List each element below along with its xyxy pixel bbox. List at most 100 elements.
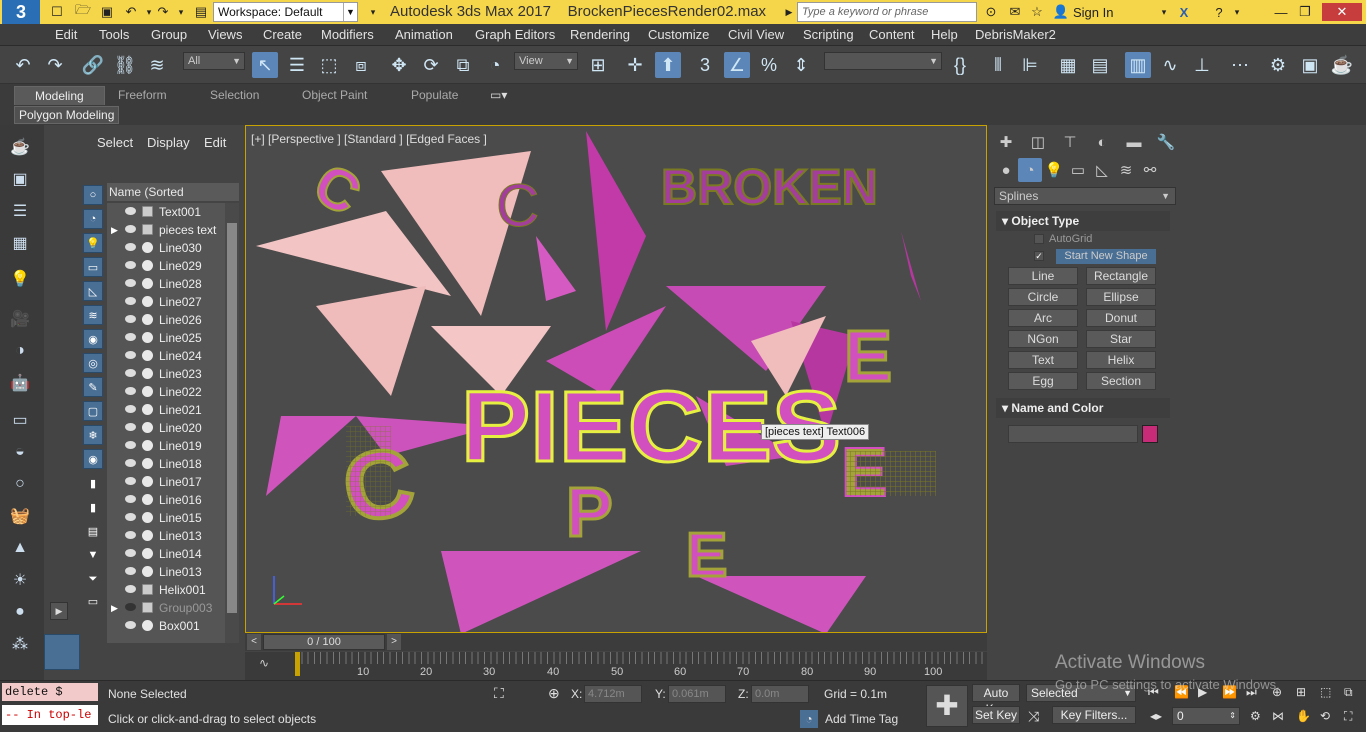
menu-views[interactable]: Views — [208, 27, 242, 42]
selection-lock-icon[interactable]: ⊕ — [548, 685, 560, 702]
angle-snap-icon[interactable]: ∠ — [724, 52, 750, 78]
filter-icon[interactable]: ▼ — [83, 545, 103, 565]
object-color-swatch[interactable] — [1142, 425, 1158, 443]
x-coord-field[interactable]: 4.712m — [584, 685, 642, 703]
sun-icon[interactable]: ☀ — [8, 568, 32, 592]
visibility-eye-icon[interactable] — [125, 531, 136, 539]
visibility-eye-icon[interactable] — [125, 261, 136, 269]
spacewarps-category-icon[interactable]: ≋ — [1114, 158, 1138, 182]
scene-tab-edit[interactable]: Edit — [204, 135, 226, 150]
menu-debrismaker2[interactable]: DebrisMaker2 — [975, 27, 1056, 42]
visibility-eye-icon[interactable] — [125, 333, 136, 341]
favorites-star-icon[interactable]: ☆ — [1028, 3, 1046, 21]
scene-list-item[interactable]: Text001 — [107, 203, 225, 221]
zoom-extents-icon[interactable]: ⬚ — [1320, 685, 1331, 699]
time-tag-icon[interactable]: ◔ — [800, 710, 818, 728]
time-next-icon[interactable]: > — [387, 634, 401, 650]
scene-list-item[interactable]: Line021 — [107, 401, 225, 419]
schematic-view-icon[interactable]: ⊥ — [1189, 52, 1215, 78]
track-bar[interactable]: ∿ 10 20 30 40 50 60 70 80 90 100 — [245, 652, 987, 680]
visibility-eye-icon[interactable] — [125, 279, 136, 287]
start-new-shape-checkbox[interactable]: ✓ — [1034, 251, 1044, 261]
snaps-toggle-icon[interactable]: 3 — [692, 52, 718, 78]
selection-filter-dropdown[interactable]: All ▼ — [183, 52, 245, 70]
set-key-button[interactable]: Set Key — [972, 706, 1020, 724]
menu-graph-editors[interactable]: Graph Editors — [475, 27, 555, 42]
time-slider-thumb[interactable]: 0 / 100 — [263, 634, 385, 650]
rotate-icon[interactable]: ⟳ — [418, 52, 444, 78]
display-influences-icon[interactable]: ▮ — [83, 497, 103, 517]
pivot-center-icon[interactable]: ⊞ — [585, 52, 611, 78]
start-new-shape-button[interactable]: Start New Shape — [1056, 249, 1156, 264]
place-icon[interactable]: ◔ — [482, 52, 508, 78]
circle-icon[interactable]: ○ — [8, 472, 32, 496]
sphere-icon[interactable]: ● — [8, 600, 32, 624]
window-crossing-icon[interactable]: ⧈ — [348, 52, 374, 78]
modify-tab-icon[interactable]: ◫ — [1026, 130, 1050, 154]
field-of-view-icon[interactable]: ⋈ — [1272, 709, 1284, 723]
scene-list-item[interactable]: ▶ Group003 — [107, 599, 225, 617]
orbit-icon[interactable]: ⟲ — [1320, 709, 1330, 723]
open-file-icon[interactable]: 🗁 — [74, 2, 92, 21]
communication-center-icon[interactable]: ✉ — [1006, 3, 1024, 21]
menu-group[interactable]: Group — [151, 27, 187, 42]
scene-list-item[interactable]: Line022 — [107, 383, 225, 401]
named-selection-sets-dropdown[interactable]: ▼ — [824, 52, 942, 70]
menu-civil-view[interactable]: Civil View — [728, 27, 784, 42]
helpers-category-icon[interactable]: ◺ — [1090, 158, 1114, 182]
menu-rendering[interactable]: Rendering — [570, 27, 630, 42]
search-input[interactable]: Type a keyword or phrase — [797, 2, 977, 22]
menu-modifiers[interactable]: Modifiers — [321, 27, 374, 42]
visibility-eye-icon[interactable] — [125, 243, 136, 251]
project-folder-icon[interactable]: ▤ — [192, 3, 210, 21]
dome-icon[interactable]: ◒ — [8, 440, 32, 464]
tab-freeform[interactable]: Freeform — [118, 88, 167, 102]
menu-create[interactable]: Create — [263, 27, 302, 42]
help-icon[interactable]: ? — [1210, 3, 1228, 21]
section-button[interactable]: Section — [1086, 372, 1156, 390]
rendered-frame-window-icon[interactable]: ▣ — [1297, 52, 1323, 78]
visibility-eye-icon[interactable] — [125, 459, 136, 467]
user-icon[interactable]: 👤 — [1052, 3, 1070, 21]
save-file-icon[interactable]: ▣ — [98, 3, 116, 21]
scene-list-item[interactable]: Line014 — [107, 545, 225, 563]
funnel-icon[interactable]: ⏷ — [83, 569, 103, 589]
key-mode-icon[interactable]: ⤨ — [1028, 708, 1039, 725]
unlink-icon[interactable]: ⛓ — [112, 52, 138, 78]
systems-category-icon[interactable]: ⚯ — [1138, 158, 1162, 182]
scene-tab-select[interactable]: Select — [97, 135, 133, 150]
display-geometry-icon[interactable]: ◔ — [83, 209, 103, 229]
display-xrefs-icon[interactable]: ✎ — [83, 377, 103, 397]
tab-object-paint[interactable]: Object Paint — [302, 88, 367, 102]
align-icon[interactable]: ⊫ — [1017, 52, 1043, 78]
expand-arrow-icon[interactable]: ▶ — [111, 221, 118, 239]
display-shapes-icon[interactable]: 💡 — [83, 233, 103, 253]
scale-icon[interactable]: ⧉ — [450, 52, 476, 78]
tab-populate[interactable]: Populate — [411, 88, 458, 102]
visibility-eye-icon[interactable] — [125, 405, 136, 413]
list-icon[interactable]: ☰ — [8, 199, 32, 223]
display-spacewarps-icon[interactable]: ◉ — [83, 329, 103, 349]
menu-animation[interactable]: Animation — [395, 27, 453, 42]
scene-list-item[interactable]: Line017 — [107, 473, 225, 491]
scene-list-item[interactable]: Line023 — [107, 365, 225, 383]
select-by-name-icon[interactable]: ☰ — [284, 52, 310, 78]
display-lights-icon[interactable]: ◺ — [83, 281, 103, 301]
scene-list-item[interactable]: ▶ pieces text — [107, 221, 225, 239]
render-production-icon[interactable]: ☕ — [1329, 52, 1355, 78]
donut-button[interactable]: Donut — [1086, 309, 1156, 327]
star-button[interactable]: Star — [1086, 330, 1156, 348]
scene-list-item[interactable]: Helix001 — [107, 581, 225, 599]
bind-space-warp-icon[interactable]: ≋ — [144, 52, 170, 78]
key-filters-button[interactable]: Key Filters... — [1052, 706, 1136, 724]
select-manipulate-icon[interactable]: ✛ — [622, 52, 648, 78]
object-type-rollout[interactable]: ▾ Object Type — [996, 211, 1170, 231]
visibility-eye-icon[interactable] — [125, 621, 136, 629]
perspective-viewport[interactable]: [+] [Perspective ] [Standard ] [Edged Fa… — [245, 125, 987, 633]
ngon-button[interactable]: NGon — [1008, 330, 1078, 348]
motion-tab-icon[interactable]: ◐ — [1090, 130, 1114, 154]
add-time-tag-button[interactable]: Add Time Tag — [825, 712, 898, 726]
redo-icon[interactable]: ↷ — [154, 3, 172, 21]
y-coord-field[interactable]: 0.061m — [668, 685, 726, 703]
percent-snap-icon[interactable]: % — [756, 52, 782, 78]
